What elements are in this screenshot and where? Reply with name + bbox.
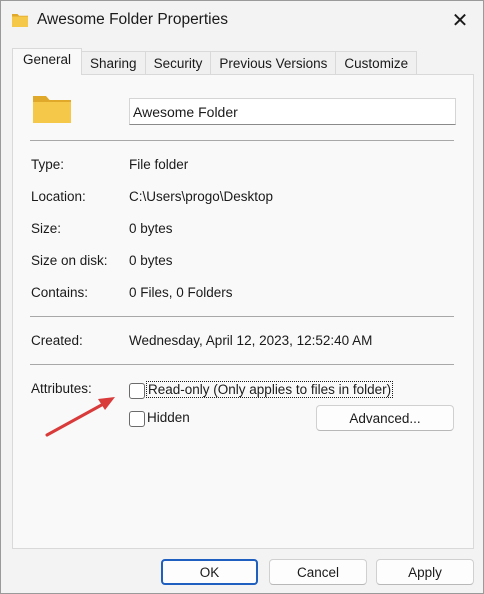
divider [30, 316, 454, 317]
tab-security[interactable]: Security [145, 51, 212, 75]
folder-icon [12, 14, 28, 27]
divider [30, 140, 454, 141]
readonly-label[interactable]: Read-only (Only applies to files in fold… [145, 381, 394, 398]
created-value: Wednesday, April 12, 2023, 12:52:40 AM [129, 333, 373, 348]
folder-icon [33, 96, 71, 123]
title-bar[interactable]: Awesome Folder Properties ✕ [1, 1, 483, 41]
close-button[interactable]: ✕ [437, 1, 483, 39]
size-on-disk-label: Size on disk: [31, 253, 108, 268]
size-on-disk-value: 0 bytes [129, 253, 173, 268]
type-label: Type: [31, 157, 65, 172]
size-value: 0 bytes [129, 221, 173, 236]
hidden-checkbox[interactable] [129, 411, 145, 427]
readonly-checkbox[interactable] [129, 383, 145, 399]
hidden-label[interactable]: Hidden [147, 410, 190, 425]
created-label: Created: [31, 333, 83, 348]
type-value: File folder [129, 157, 189, 172]
properties-dialog: Awesome Folder Properties ✕ General Shar… [0, 0, 484, 594]
close-icon: ✕ [451, 9, 469, 32]
advanced-button[interactable]: Advanced... [316, 405, 454, 431]
tab-previous-versions[interactable]: Previous Versions [211, 51, 337, 75]
location-label: Location: [31, 189, 86, 204]
contains-value: 0 Files, 0 Folders [129, 285, 233, 300]
general-panel: Type: File folder Location: C:\Users\pro… [12, 74, 474, 549]
folder-name-input[interactable] [129, 98, 456, 125]
size-label: Size: [31, 221, 62, 236]
window-title: Awesome Folder Properties [37, 11, 228, 28]
ok-button[interactable]: OK [161, 559, 258, 585]
tab-general[interactable]: General [12, 48, 83, 75]
apply-button[interactable]: Apply [376, 559, 474, 585]
cancel-button[interactable]: Cancel [269, 559, 367, 585]
tab-bar: General Sharing Security Previous Versio… [12, 48, 418, 75]
tab-sharing[interactable]: Sharing [82, 51, 146, 75]
tab-customize[interactable]: Customize [336, 51, 418, 75]
divider [30, 364, 454, 365]
contains-label: Contains: [31, 285, 89, 300]
red-arrow-icon [45, 397, 115, 437]
location-value: C:\Users\progo\Desktop [129, 189, 274, 204]
